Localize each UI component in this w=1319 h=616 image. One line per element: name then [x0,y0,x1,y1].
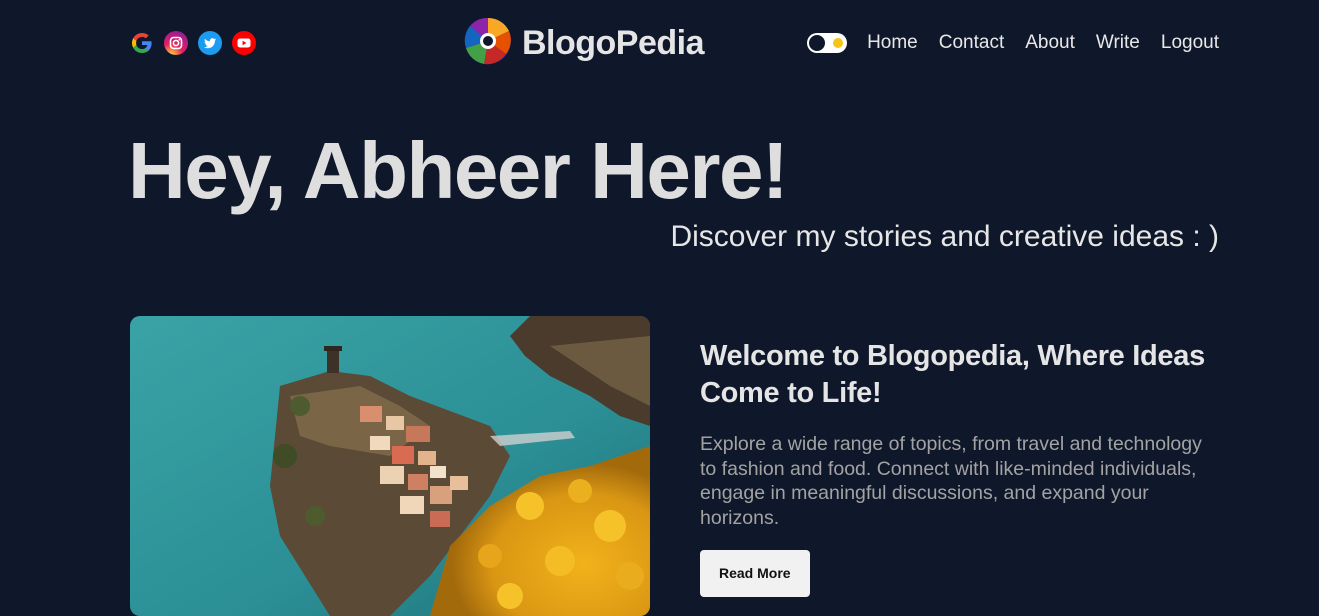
hero-subtitle: Discover my stories and creative ideas :… [670,220,1219,253]
nav-links: Home Contact About Write Logout [807,32,1219,54]
brand-name: BlogoPedia [522,23,705,62]
nav-contact-link[interactable]: Contact [939,32,1004,54]
twitter-icon[interactable] [198,31,222,55]
hero-title: Hey, Abheer Here! [128,126,789,215]
featured-post-text: Welcome to Blogopedia, Where Ideas Come … [700,338,1220,597]
read-more-button[interactable]: Read More [700,550,810,597]
pinwheel-logo-icon [464,17,512,70]
social-links [130,31,330,55]
featured-post-image[interactable] [130,316,650,616]
sun-icon [833,38,844,48]
nav-write-link[interactable]: Write [1096,32,1140,54]
theme-toggle[interactable] [807,33,848,53]
nav-home-link[interactable]: Home [867,32,918,54]
nav-logout-link[interactable]: Logout [1161,32,1219,54]
youtube-icon[interactable] [232,31,256,55]
nav-about-link[interactable]: About [1025,32,1075,54]
google-icon[interactable] [130,31,154,55]
featured-post-title[interactable]: Welcome to Blogopedia, Where Ideas Come … [700,338,1220,412]
toggle-knob [809,35,826,51]
featured-post-description: Explore a wide range of topics, from tra… [700,433,1202,529]
brand-logo[interactable]: BlogoPedia [464,17,705,70]
instagram-icon[interactable] [164,31,188,55]
navbar: BlogoPedia Home Contact About Write Logo… [130,17,1219,70]
